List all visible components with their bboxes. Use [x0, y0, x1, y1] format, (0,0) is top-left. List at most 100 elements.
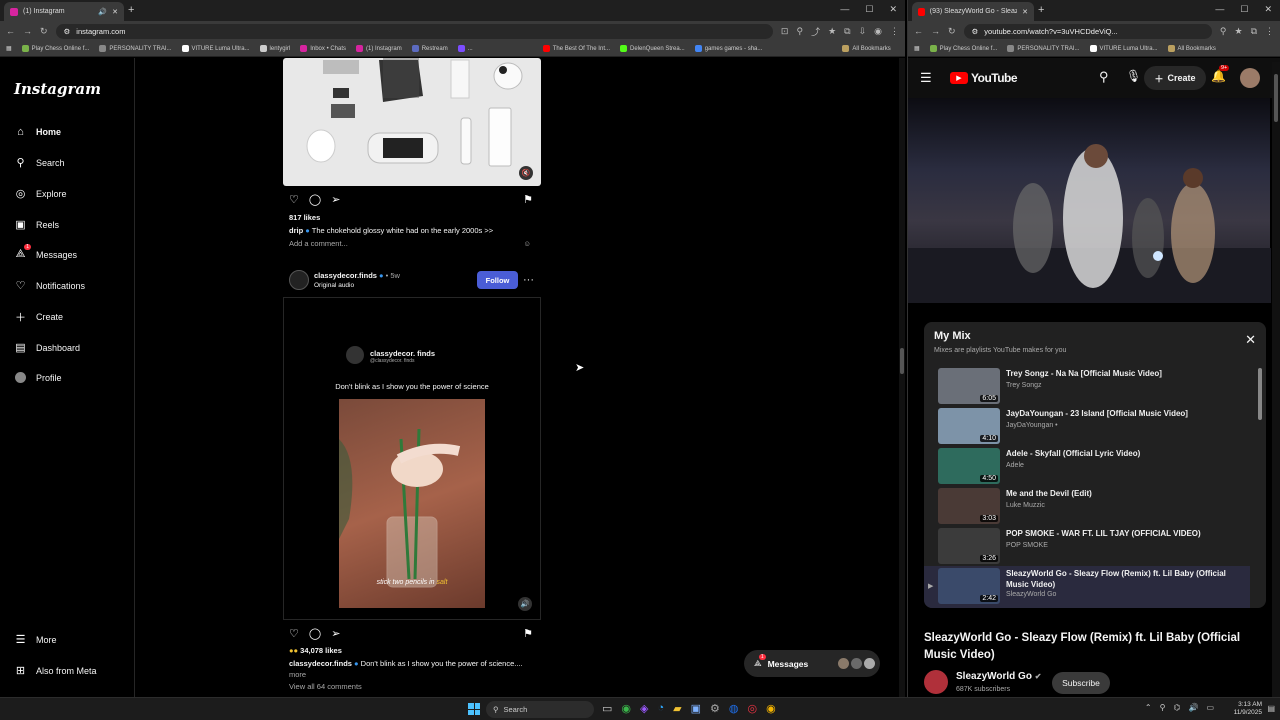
video-player[interactable]	[908, 98, 1271, 303]
channel-avatar[interactable]	[924, 670, 948, 694]
bookmark-item[interactable]: Restream	[411, 44, 448, 52]
post-1-author[interactable]: drip	[289, 226, 303, 235]
share-icon[interactable]: ⤴	[811, 25, 820, 38]
account-avatar[interactable]	[1240, 68, 1260, 88]
bookmark-star-icon[interactable]: ★	[828, 26, 836, 37]
maximize-icon[interactable]: ☐	[1240, 4, 1248, 15]
bookmark-item[interactable]: PERSONALITY TRAI...	[1007, 44, 1080, 52]
share-icon[interactable]: ➢	[331, 627, 340, 640]
minimize-icon[interactable]: —	[840, 4, 849, 15]
playlist-item[interactable]: 4:50 Adele - Skyfall (Official Lyric Vid…	[938, 448, 1254, 486]
location-icon[interactable]: ⚲	[1160, 703, 1166, 712]
tab-youtube[interactable]: (93) SleazyWorld Go - Sleazy F... ✕	[912, 2, 1034, 21]
playlist-item[interactable]: 3:03 Me and the Devil (Edit) Luke Muzzic	[938, 488, 1254, 526]
store-icon[interactable]: ▣	[691, 702, 701, 715]
video-thumbnail[interactable]: 2:42	[938, 568, 1000, 604]
copilot-icon[interactable]: ◈	[640, 702, 648, 715]
install-icon[interactable]: ⊡	[781, 26, 789, 37]
playlist-item[interactable]: 3:26 POP SMOKE - WAR FT. LIL TJAY (OFFIC…	[938, 528, 1254, 566]
nav-profile[interactable]: Profile	[14, 371, 62, 384]
app-icon[interactable]: ◎	[748, 702, 758, 715]
nav-also-from-meta[interactable]: ⊞ Also from Meta	[14, 664, 97, 677]
search-icon[interactable]: ⚲	[1099, 69, 1109, 85]
tab-close-icon[interactable]: ✕	[112, 8, 118, 16]
zoom-icon[interactable]: ⚲	[796, 26, 803, 37]
post-1-image[interactable]: 🔇	[283, 58, 541, 186]
close-mix-icon[interactable]: ✕	[1245, 332, 1256, 348]
nav-search[interactable]: ⚲ Search	[14, 156, 64, 169]
back-icon[interactable]: ←	[6, 26, 15, 36]
subscribe-button[interactable]: Subscribe	[1052, 672, 1110, 694]
create-button[interactable]: ＋ Create	[1144, 66, 1206, 90]
menu-dots-icon[interactable]: ⋮	[1265, 26, 1274, 37]
playlist-item[interactable]: 4:10 JayDaYoungan - 23 Island [Official …	[938, 408, 1254, 446]
channel-name[interactable]: SleazyWorld Go ✔	[956, 671, 1041, 682]
comment-icon[interactable]: ◯	[309, 627, 321, 640]
bookmark-item[interactable]: PERSONALITY TRAI...	[99, 44, 172, 52]
maximize-icon[interactable]: ☐	[865, 4, 873, 15]
new-tab-icon[interactable]: +	[128, 4, 134, 16]
mute-icon[interactable]: 🔊	[518, 597, 532, 611]
tab-instagram[interactable]: (1) Instagram 🔊 ✕	[4, 2, 124, 21]
tray-chevron-icon[interactable]: ⌃	[1145, 703, 1152, 712]
notifications-bell-icon[interactable]: 🔔 9+	[1211, 65, 1230, 83]
start-icon[interactable]	[468, 703, 480, 715]
nav-more[interactable]: ☰ More	[14, 633, 57, 646]
more-link[interactable]: more	[283, 670, 541, 679]
reload-icon[interactable]: ↻	[40, 26, 48, 37]
add-comment-input[interactable]: Add a comment... ☺	[283, 239, 541, 248]
post-1-likes[interactable]: 817 likes	[283, 213, 541, 222]
zoom-icon[interactable]: ⚲	[1220, 26, 1227, 37]
nav-notifications[interactable]: ♡ Notifications	[14, 279, 85, 292]
chrome-icon[interactable]: ◉	[766, 702, 776, 715]
follow-button[interactable]: Follow	[477, 271, 518, 289]
bookmark-item[interactable]: Inbox • Chats	[300, 44, 346, 52]
post-2-video[interactable]: classydecor. finds @classydecor. finds D…	[283, 297, 541, 620]
messages-pill[interactable]: ⟁ 1 Messages	[744, 650, 880, 677]
share-icon[interactable]: ➢	[331, 193, 340, 206]
post-2-author[interactable]: classydecor.finds	[314, 271, 377, 280]
minimize-icon[interactable]: —	[1215, 4, 1224, 15]
tab-close-icon[interactable]: ✕	[1022, 8, 1028, 16]
nav-messages[interactable]: ⟁ 1 Messages	[14, 244, 77, 261]
settings-icon[interactable]: ⚙	[710, 702, 720, 715]
file-explorer-icon[interactable]: ▰	[673, 702, 681, 715]
clock[interactable]: 3:13 AM 11/9/2025	[1234, 701, 1262, 717]
bookmark-item[interactable]: (1) Instagram	[356, 44, 402, 52]
microphone-icon[interactable]: 🎙	[1126, 69, 1141, 83]
emoji-icon[interactable]: ☺	[523, 239, 531, 248]
like-icon[interactable]: ♡	[289, 627, 299, 640]
nav-create[interactable]: ＋ Create	[14, 310, 63, 324]
nav-reels[interactable]: ▣ Reels	[14, 218, 59, 231]
all-bookmarks[interactable]: All Bookmarks	[1167, 44, 1216, 52]
post-2-avatar[interactable]	[289, 270, 309, 290]
nav-dashboard[interactable]: ▤ Dashboard	[14, 341, 80, 354]
post-2-audio[interactable]: Original audio	[314, 282, 354, 289]
close-window-icon[interactable]: ✕	[1264, 4, 1272, 15]
bookmark-item[interactable]: ...	[457, 44, 473, 52]
scrollbar-thumb[interactable]	[1274, 74, 1278, 122]
bookmark-star-icon[interactable]: ★	[1234, 26, 1242, 37]
site-info-icon[interactable]: ⚙	[64, 27, 71, 36]
network-icon[interactable]: ⌬	[1173, 703, 1180, 712]
forward-icon[interactable]: →	[23, 26, 32, 36]
back-icon[interactable]: ←	[914, 26, 923, 36]
battery-icon[interactable]: ▭	[1206, 703, 1214, 712]
volume-icon[interactable]: 🔊	[1188, 703, 1198, 712]
save-icon[interactable]: ⚑	[523, 627, 533, 640]
video-thumbnail[interactable]: 4:10	[938, 408, 1000, 444]
url-input[interactable]: ⚙ youtube.com/watch?v=3uVHCDdeViQ...	[963, 23, 1212, 39]
youtube-logo[interactable]: ▶ YouTube	[950, 71, 1018, 85]
bookmark-item[interactable]: games games - sha...	[694, 44, 762, 52]
bookmark-item[interactable]: VITURE Luma Ultra...	[181, 44, 250, 52]
bookmark-item[interactable]: The Best Of The Int...	[542, 44, 610, 52]
scrollbar-thumb[interactable]	[900, 348, 904, 374]
apps-icon[interactable]: ▦	[6, 45, 12, 52]
playlist-item-current[interactable]: ▶ 2:42 SleazyWorld Go - Sleazy Flow (Rem…	[924, 566, 1250, 608]
video-thumbnail[interactable]: 3:03	[938, 488, 1000, 524]
like-icon[interactable]: ♡	[289, 193, 299, 206]
apps-icon[interactable]: ▦	[914, 45, 920, 52]
save-icon[interactable]: ⚑	[523, 193, 533, 206]
bookmark-item[interactable]: lentygirl	[259, 44, 290, 52]
extensions-icon[interactable]: ⧉	[1251, 26, 1257, 37]
